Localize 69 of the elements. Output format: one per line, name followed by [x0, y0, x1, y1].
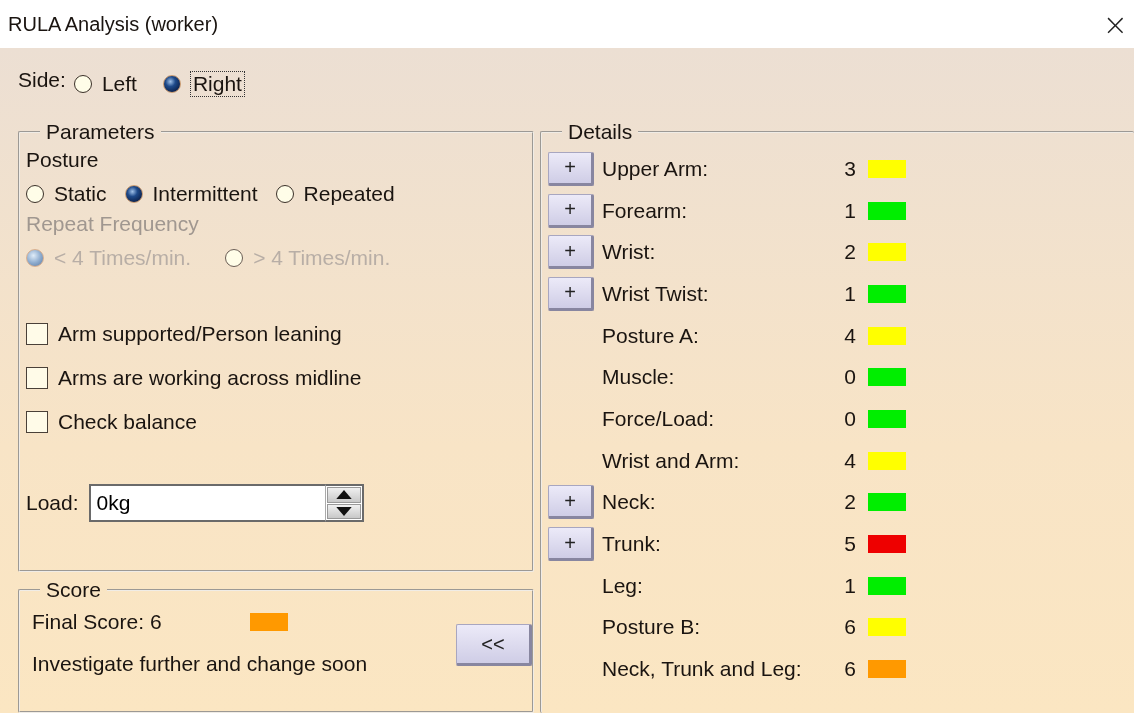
expand-button[interactable]: +	[548, 485, 594, 520]
frequency-label: Repeat Frequency	[26, 212, 200, 236]
checkbox[interactable]	[26, 411, 48, 433]
detail-score: 4	[843, 323, 856, 348]
collapse-button[interactable]: <<	[456, 624, 532, 666]
load-label: Load:	[26, 491, 79, 515]
detail-label: Upper Arm:	[602, 156, 710, 181]
detail-label: Forearm:	[602, 198, 689, 223]
radio-label: < 4 Times/min.	[54, 246, 192, 270]
posture-label: Posture	[26, 148, 100, 172]
detail-label: Neck, Trunk and Leg:	[602, 657, 803, 682]
score-message: Investigate further and change soon	[32, 652, 368, 676]
expand-button[interactable]: +	[548, 235, 594, 270]
checkbox[interactable]	[26, 323, 48, 345]
radio-label: Left	[101, 72, 137, 96]
expand-button[interactable]: +	[548, 151, 594, 186]
close-button[interactable]: ×	[1096, 6, 1134, 42]
window-title: RULA Analysis (worker)	[8, 12, 219, 36]
load-input-field[interactable]: 0kg	[88, 484, 325, 522]
radio-button[interactable]	[26, 249, 44, 267]
detail-score: 4	[843, 448, 856, 473]
radio-label: Right	[190, 72, 244, 96]
detail-label: Wrist:	[602, 240, 657, 265]
checkbox-label: Check balance	[58, 410, 197, 434]
checkbox-label: Arm supported/Person leaning	[58, 322, 342, 346]
detail-label: Wrist Twist:	[602, 281, 710, 306]
up-triangle-icon	[335, 490, 352, 500]
detail-score: 2	[843, 240, 856, 265]
spin-down-button[interactable]	[326, 503, 361, 519]
panel-legend: Details	[562, 120, 639, 144]
checkbox[interactable]	[26, 367, 48, 389]
detail-label: Trunk:	[602, 532, 662, 557]
detail-score: 6	[843, 657, 856, 682]
detail-label: Force/Load:	[602, 406, 716, 431]
detail-score: 0	[843, 406, 856, 431]
panel-legend: Score	[40, 578, 107, 602]
panel-legend: Parameters	[40, 120, 161, 144]
radio-button[interactable]	[124, 185, 143, 203]
spin-up-button[interactable]	[326, 487, 361, 503]
radio-button[interactable]	[275, 185, 294, 203]
expand-button[interactable]: +	[548, 527, 594, 562]
radio-label: Static	[54, 182, 107, 206]
radio-button[interactable]	[225, 249, 244, 267]
detail-label: Leg:	[602, 573, 644, 598]
detail-score: 1	[843, 573, 856, 598]
checkbox-label: Arms are working across midline	[58, 366, 362, 390]
detail-label: Neck:	[602, 490, 657, 515]
expand-button[interactable]: +	[548, 193, 594, 228]
detail-score: 1	[843, 281, 856, 306]
detail-score: 0	[843, 365, 856, 390]
detail-score: 3	[843, 156, 856, 181]
radio-button[interactable]	[162, 75, 181, 93]
radio-label: > 4 Times/min.	[253, 246, 391, 270]
detail-label: Muscle:	[602, 365, 676, 390]
radio-label: Intermittent	[152, 182, 258, 206]
expand-button[interactable]: +	[548, 276, 594, 311]
detail-label: Wrist and Arm:	[602, 448, 741, 473]
detail-score: 5	[843, 532, 856, 557]
final-score: Final Score: 6	[32, 610, 162, 634]
radio-label: Repeated	[303, 182, 395, 206]
side-label: Side:	[18, 68, 66, 92]
detail-score: 2	[843, 490, 856, 515]
detail-score: 1	[843, 198, 856, 223]
down-triangle-icon	[335, 506, 352, 516]
detail-score: 6	[843, 615, 856, 640]
radio-button[interactable]	[26, 185, 44, 203]
detail-label: Posture B:	[602, 615, 702, 640]
detail-label: Posture A:	[602, 323, 700, 348]
radio-button[interactable]	[73, 75, 92, 93]
